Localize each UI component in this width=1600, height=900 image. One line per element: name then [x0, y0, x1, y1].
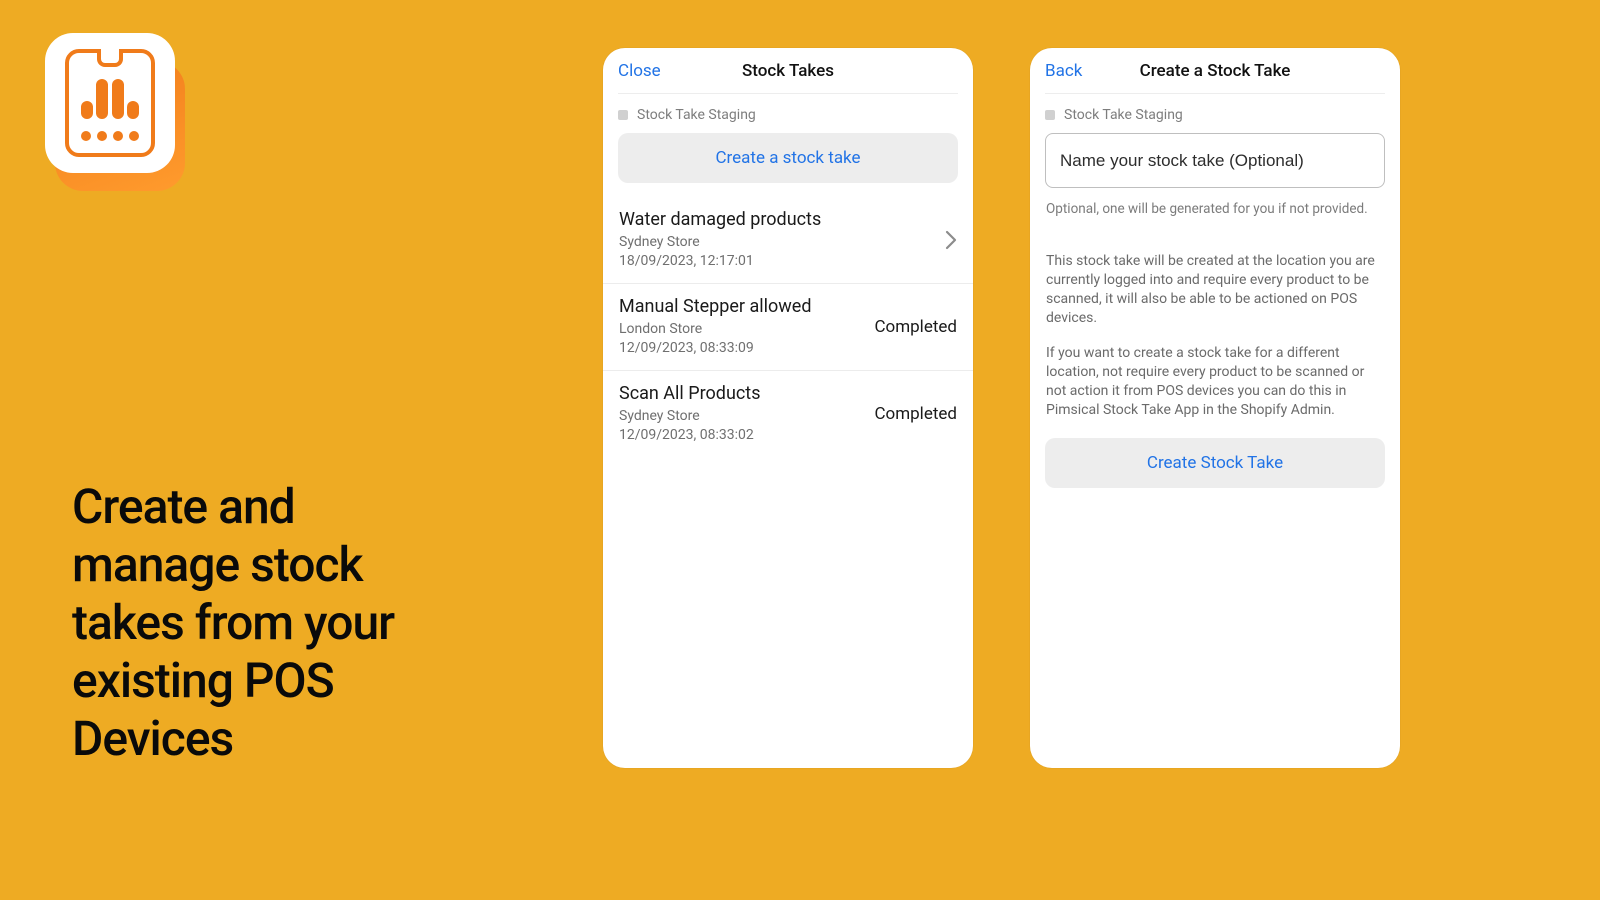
input-helper-text: Optional, one will be generated for you …	[1046, 200, 1384, 218]
list-item-title: Scan All Products	[619, 383, 761, 404]
stock-take-name-input[interactable]	[1060, 151, 1370, 171]
list-item-title: Manual Stepper allowed	[619, 296, 811, 317]
list-item-store: Sydney Store	[619, 407, 761, 426]
list-item[interactable]: Manual Stepper allowed London Store 12/0…	[603, 284, 973, 371]
card-title: Stock Takes	[742, 61, 834, 81]
info-paragraph: If you want to create a stock take for a…	[1046, 344, 1384, 420]
app-icon	[45, 33, 185, 193]
chevron-right-icon	[945, 230, 957, 250]
app-icon-front	[45, 33, 175, 173]
store-icon	[618, 110, 628, 120]
status-badge: Completed	[874, 317, 957, 337]
list-item-store: Sydney Store	[619, 233, 821, 252]
status-badge: Completed	[874, 404, 957, 424]
list-item-timestamp: 18/09/2023, 12:17:01	[619, 252, 821, 271]
list-item[interactable]: Scan All Products Sydney Store 12/09/202…	[603, 371, 973, 457]
store-icon	[1045, 110, 1055, 120]
list-item-timestamp: 12/09/2023, 08:33:09	[619, 339, 811, 358]
list-item[interactable]: Water damaged products Sydney Store 18/0…	[603, 197, 973, 284]
card-header: Close Stock Takes	[603, 48, 973, 93]
list-item-store: London Store	[619, 320, 811, 339]
stock-take-list: Water damaged products Sydney Store 18/0…	[603, 197, 973, 457]
list-item-title: Water damaged products	[619, 209, 821, 230]
close-button[interactable]: Close	[618, 61, 661, 81]
create-stock-take-card: Back Create a Stock Take Stock Take Stag…	[1030, 48, 1400, 768]
card-title: Create a Stock Take	[1140, 61, 1291, 81]
stock-takes-card: Close Stock Takes Stock Take Staging Cre…	[603, 48, 973, 768]
info-paragraph: This stock take will be created at the l…	[1046, 252, 1384, 328]
back-button[interactable]: Back	[1045, 61, 1082, 81]
breadcrumb: Stock Take Staging	[603, 94, 973, 133]
breadcrumb-label: Stock Take Staging	[1064, 107, 1183, 123]
marketing-headline: Create and manage stock takes from your …	[72, 478, 472, 768]
list-item-timestamp: 12/09/2023, 08:33:02	[619, 426, 761, 445]
breadcrumb-label: Stock Take Staging	[637, 107, 756, 123]
breadcrumb: Stock Take Staging	[1030, 94, 1400, 133]
create-stock-take-button[interactable]: Create a stock take	[618, 133, 958, 183]
card-header: Back Create a Stock Take	[1030, 48, 1400, 93]
create-stock-take-submit-button[interactable]: Create Stock Take	[1045, 438, 1385, 488]
stock-take-name-field[interactable]	[1045, 133, 1385, 188]
